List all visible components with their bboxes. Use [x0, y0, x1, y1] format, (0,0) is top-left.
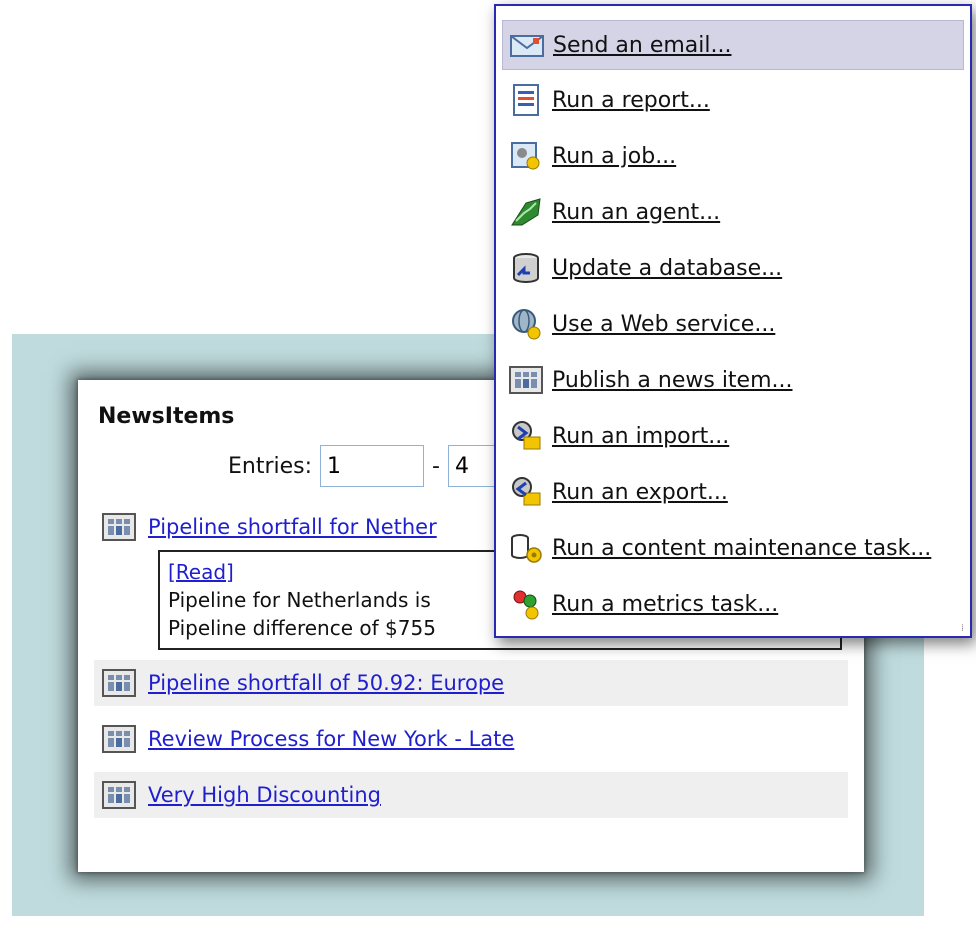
menu-item-update-database[interactable]: Update a database...	[502, 244, 964, 292]
menu-item-send-email[interactable]: Send an email...	[502, 20, 964, 70]
news-item-icon	[102, 669, 136, 697]
menu-item-run-content-maintenance[interactable]: Run a content maintenance task...	[502, 524, 964, 572]
entries-from-input[interactable]	[320, 445, 425, 487]
metrics-icon	[513, 590, 539, 620]
action-context-menu: Send an email... Run a report... Run a j…	[494, 4, 972, 638]
entries-separator: -	[432, 453, 440, 479]
news-item-link[interactable]: Pipeline shortfall of 50.92: Europe	[148, 671, 504, 695]
menu-item-label: Run an import...	[552, 423, 730, 449]
menu-item-label: Run an export...	[552, 479, 728, 505]
web-service-icon	[512, 309, 541, 340]
entries-row: Entries: -	[228, 442, 508, 490]
read-link[interactable]: [Read]	[168, 560, 234, 584]
news-item-link[interactable]: Review Process for New York - Late	[148, 727, 514, 751]
menu-item-use-web-service[interactable]: Use a Web service...	[502, 300, 964, 348]
export-icon	[512, 477, 541, 506]
menu-item-label: Run an agent...	[552, 199, 721, 225]
menu-item-run-agent[interactable]: Run an agent...	[502, 188, 964, 236]
menu-item-run-report[interactable]: Run a report...	[502, 76, 964, 124]
menu-item-label: Run a report...	[552, 87, 710, 113]
database-icon	[513, 253, 539, 283]
job-icon	[511, 142, 540, 170]
email-icon	[510, 35, 544, 57]
news-item-icon	[102, 781, 136, 809]
menu-item-publish-news[interactable]: Publish a news item...	[502, 356, 964, 404]
news-row: Very High Discounting	[94, 772, 848, 818]
news-item-link[interactable]: Very High Discounting	[148, 783, 381, 807]
menu-item-label: Run a job...	[552, 143, 677, 169]
news-row: Review Process for New York - Late	[94, 716, 848, 762]
import-icon	[512, 421, 541, 450]
menu-item-label: Send an email...	[553, 32, 732, 58]
entries-label: Entries:	[228, 453, 313, 479]
news-item-icon	[102, 725, 136, 753]
menu-item-run-export[interactable]: Run an export...	[502, 468, 964, 516]
menu-item-label: Publish a news item...	[552, 367, 793, 393]
menu-item-label: Update a database...	[552, 255, 783, 281]
news-row: Pipeline shortfall of 50.92: Europe	[94, 660, 848, 706]
resize-grip[interactable]: ⁞	[961, 623, 964, 634]
menu-item-label: Run a metrics task...	[552, 591, 779, 617]
menu-item-label: Use a Web service...	[552, 311, 776, 337]
news-item-icon	[102, 513, 136, 541]
menu-item-label: Run a content maintenance task...	[552, 535, 932, 561]
report-icon	[513, 84, 539, 116]
menu-item-run-import[interactable]: Run an import...	[502, 412, 964, 460]
menu-item-run-metrics[interactable]: Run a metrics task...	[502, 580, 964, 628]
news-icon	[509, 366, 543, 394]
menu-item-run-job[interactable]: Run a job...	[502, 132, 964, 180]
news-item-link[interactable]: Pipeline shortfall for Nether	[148, 515, 437, 539]
maintenance-icon	[511, 534, 542, 563]
agent-icon	[511, 198, 541, 226]
panel-title: NewsItems	[98, 404, 235, 429]
